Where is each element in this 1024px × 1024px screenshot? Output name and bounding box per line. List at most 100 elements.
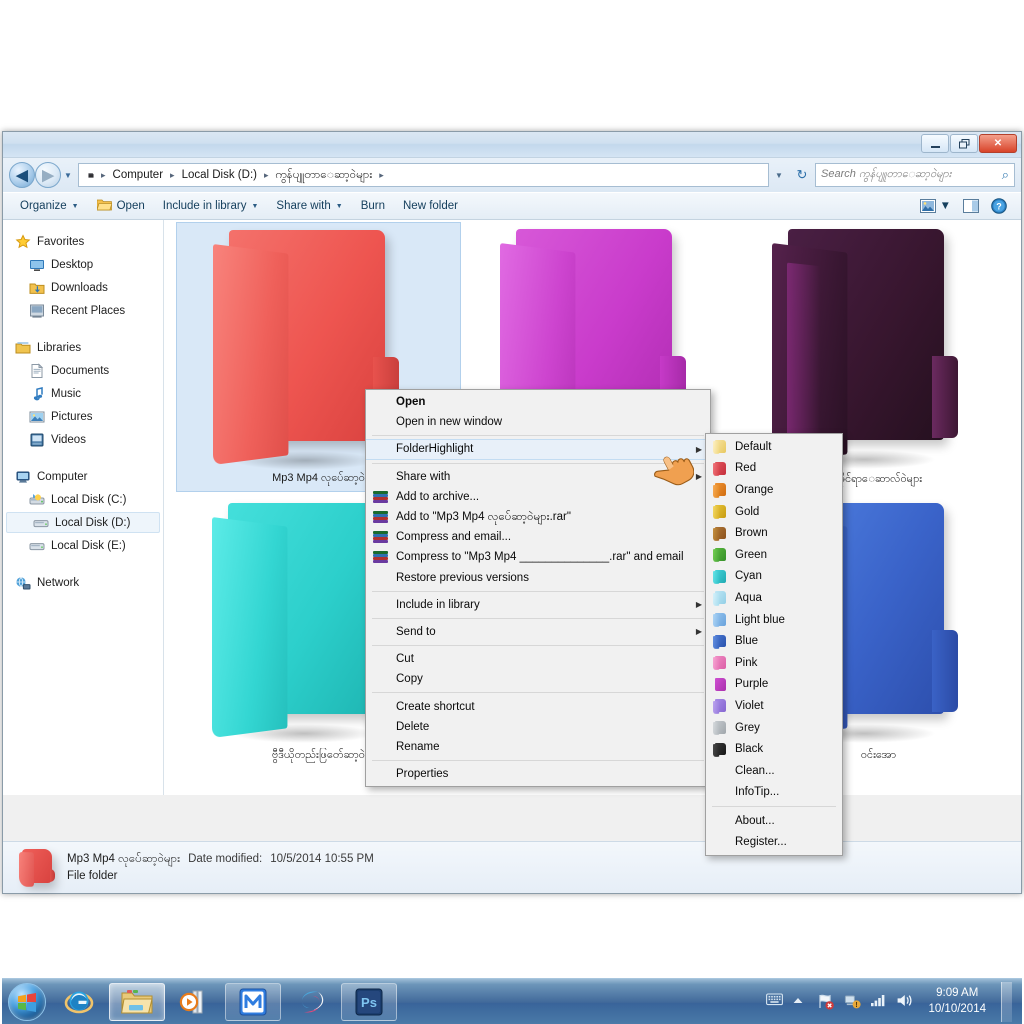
submenu-item-red[interactable]: Red <box>706 458 842 480</box>
sidebar-item-local-disk-e[interactable]: Local Disk (E:) <box>3 534 163 557</box>
submenu-item-aqua[interactable]: Aqua <box>706 587 842 609</box>
menu-separator <box>372 760 704 761</box>
signal-strength-icon[interactable] <box>870 993 887 1010</box>
taskbar-photoshop[interactable]: Ps <box>341 982 397 1021</box>
folderhighlight-submenu[interactable]: Default Red Orange Gold Brown Green Cyan… <box>705 433 843 857</box>
show-hidden-icons-icon[interactable] <box>792 993 809 1010</box>
share-with-button[interactable]: Share with ▼ <box>267 196 351 216</box>
menu-item-restore-previous-versions[interactable]: Restore previous versions <box>366 568 710 588</box>
sidebar-item-local-disk-c[interactable]: Local Disk (C:) <box>3 488 163 511</box>
menu-item-open-in-new-window[interactable]: Open in new window <box>366 412 710 432</box>
open-button[interactable]: Open <box>88 194 154 218</box>
sidebar-item-documents[interactable]: Documents <box>3 359 163 382</box>
submenu-item-purple[interactable]: Purple <box>706 674 842 696</box>
folder-icon <box>712 461 727 476</box>
new-folder-button[interactable]: New folder <box>394 196 467 216</box>
sidebar-item-favorites[interactable]: Favorites <box>3 230 163 253</box>
sidebar-item-network[interactable]: Network <box>3 571 163 594</box>
submenu-item-blue[interactable]: Blue <box>706 630 842 652</box>
back-button[interactable]: ◀ <box>9 162 35 188</box>
breadcrumb-item-computer[interactable]: Computer <box>108 168 169 182</box>
title-bar[interactable]: ✕ <box>3 132 1021 158</box>
picture-icon <box>29 409 45 425</box>
organize-button[interactable]: Organize ▼ <box>11 196 88 216</box>
action-center-icon[interactable] <box>818 993 835 1010</box>
menu-item-copy[interactable]: Copy <box>366 669 710 689</box>
submenu-item-default[interactable]: Default <box>706 436 842 458</box>
preview-pane-button[interactable] <box>957 196 985 216</box>
submenu-item-light-blue[interactable]: Light blue <box>706 609 842 631</box>
taskbar-maxthon[interactable] <box>225 982 281 1021</box>
change-view-button[interactable]: ▼ <box>914 196 957 216</box>
sidebar-item-videos[interactable]: Videos <box>3 428 163 451</box>
taskbar-maxthon-cloud[interactable] <box>283 983 339 1021</box>
submenu-item-violet[interactable]: Violet <box>706 695 842 717</box>
breadcrumb-sep[interactable]: ▸ <box>168 170 177 181</box>
maximize-button[interactable] <box>950 134 978 153</box>
submenu-item-pink[interactable]: Pink <box>706 652 842 674</box>
media-player-icon <box>179 990 203 1013</box>
include-in-library-button[interactable]: Include in library ▼ <box>154 196 268 216</box>
taskbar-windows-explorer[interactable] <box>109 982 165 1021</box>
close-button[interactable]: ✕ <box>979 134 1017 153</box>
menu-item-compress-to-named-and-email[interactable]: Compress to "Mp3 Mp4 ______________.rar"… <box>366 547 710 567</box>
show-desktop-button[interactable] <box>1001 981 1012 1022</box>
sidebar-item-desktop[interactable]: Desktop <box>3 253 163 276</box>
submenu-item-about[interactable]: About... <box>706 810 842 832</box>
submenu-item-clean[interactable]: Clean... <box>706 760 842 782</box>
taskbar-media-player[interactable] <box>167 983 223 1021</box>
winrar-icon <box>372 489 390 505</box>
breadcrumb[interactable]: ▸ Computer ▸ Local Disk (D:) ▸ ကွန်ပျူတာ… <box>78 163 769 187</box>
menu-item-include-in-library[interactable]: Include in library ▶ <box>366 595 710 615</box>
recent-places-icon <box>29 303 45 319</box>
document-icon <box>29 362 45 379</box>
start-button[interactable] <box>8 982 46 1021</box>
breadcrumb-sep[interactable]: ▸ <box>262 170 271 181</box>
sidebar-item-pictures[interactable]: Pictures <box>3 405 163 428</box>
submenu-item-orange[interactable]: Orange <box>706 479 842 501</box>
submenu-item-black[interactable]: Black <box>706 738 842 760</box>
submenu-item-grey[interactable]: Grey <box>706 717 842 739</box>
menu-item-delete[interactable]: Delete <box>366 717 710 737</box>
submenu-item-register[interactable]: Register... <box>706 832 842 854</box>
sidebar-item-computer[interactable]: Computer <box>3 465 163 488</box>
submenu-item-gold[interactable]: Gold <box>706 501 842 523</box>
sidebar-item-downloads[interactable]: Downloads <box>3 276 163 299</box>
menu-item-add-to-named-archive[interactable]: Add to "Mp3 Mp4 လုပ်ေဆာ့ဝဲများ.rar" <box>366 507 710 527</box>
menu-item-compress-and-email[interactable]: Compress and email... <box>366 527 710 547</box>
sidebar-item-local-disk-d[interactable]: Local Disk (D:) <box>6 512 160 533</box>
sidebar-item-recent-places[interactable]: Recent Places <box>3 299 163 322</box>
search-input[interactable]: Search ကွန်ပျူတာေဆာ့ဝဲများ ⌕ <box>815 163 1015 187</box>
menu-item-properties[interactable]: Properties <box>366 764 710 784</box>
sidebar-label: Computer <box>37 470 88 483</box>
help-button[interactable]: ? <box>985 195 1013 217</box>
refresh-icon[interactable]: ↻ <box>789 167 815 183</box>
sidebar-item-libraries[interactable]: Libraries <box>3 336 163 359</box>
menu-item-cut[interactable]: Cut <box>366 649 710 669</box>
forward-button[interactable]: ▶ <box>35 162 61 188</box>
breadcrumb-sep[interactable]: ▸ <box>377 170 386 181</box>
menu-item-rename[interactable]: Rename <box>366 737 710 757</box>
breadcrumb-item-local-disk-d[interactable]: Local Disk (D:) <box>177 168 262 182</box>
keyboard-icon[interactable] <box>766 993 784 1010</box>
taskbar-internet-explorer[interactable] <box>51 983 107 1021</box>
submenu-item-brown[interactable]: Brown <box>706 522 842 544</box>
sidebar-item-music[interactable]: Music <box>3 382 163 405</box>
address-dropdown[interactable]: ▼ <box>769 171 789 180</box>
recent-pages-dropdown[interactable]: ▼ <box>61 171 75 180</box>
submenu-item-infotip[interactable]: InfoTip... <box>706 782 842 804</box>
volume-icon[interactable] <box>896 993 913 1010</box>
menu-item-send-to[interactable]: Send to ▶ <box>366 622 710 642</box>
burn-button[interactable]: Burn <box>352 196 394 216</box>
minimize-button[interactable] <box>921 134 949 153</box>
breadcrumb-item-folder[interactable]: ကွန်ပျူတာေဆာ့ဝဲများ <box>271 166 378 185</box>
submenu-item-cyan[interactable]: Cyan <box>706 566 842 588</box>
menu-item-open[interactable]: Open <box>366 392 710 412</box>
menu-icon-none <box>372 414 390 430</box>
network-tray-icon[interactable]: ! <box>844 993 862 1010</box>
clock[interactable]: 9:09 AM 10/10/2014 <box>922 986 992 1017</box>
folder-icon <box>712 698 727 714</box>
folder-icon <box>712 655 727 670</box>
submenu-item-green[interactable]: Green <box>706 544 842 566</box>
menu-item-create-shortcut[interactable]: Create shortcut <box>366 696 710 716</box>
